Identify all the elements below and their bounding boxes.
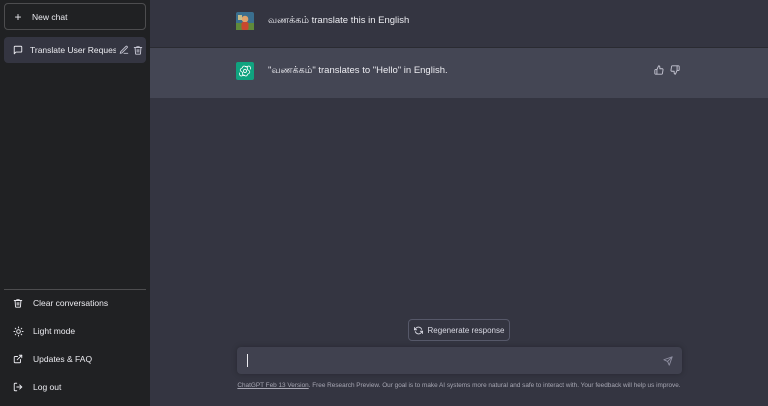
trash-icon bbox=[10, 298, 26, 308]
footer-text: . Free Research Preview. Our goal is to … bbox=[308, 382, 681, 389]
log-out-label: Log out bbox=[33, 382, 62, 392]
plus-icon: + bbox=[14, 9, 22, 24]
user-message-row: வணக்கம் translate this in English bbox=[150, 0, 768, 48]
conversation-title: Translate User Request. bbox=[30, 45, 116, 55]
assistant-message-text: "வணக்கம்" translates to "Hello" in Engli… bbox=[268, 65, 448, 76]
new-chat-label: New chat bbox=[32, 11, 68, 22]
new-chat-button[interactable]: + New chat bbox=[4, 3, 146, 30]
thumbs-down-icon[interactable] bbox=[669, 64, 681, 76]
sun-icon bbox=[10, 325, 26, 337]
message-input[interactable] bbox=[245, 352, 650, 369]
clear-conversations-label: Clear conversations bbox=[33, 298, 109, 308]
refresh-icon bbox=[413, 326, 423, 335]
message-input-box bbox=[237, 347, 682, 374]
light-mode-button[interactable]: Light mode bbox=[4, 318, 146, 344]
regenerate-response-label: Regenerate response bbox=[427, 325, 505, 335]
user-message-text: வணக்கம் translate this in English bbox=[268, 15, 410, 26]
light-mode-label: Light mode bbox=[33, 326, 76, 336]
regenerate-response-button[interactable]: Regenerate response bbox=[408, 319, 510, 341]
assistant-message-row: "வணக்கம்" translates to "Hello" in Engli… bbox=[150, 48, 768, 98]
thumbs-up-icon[interactable] bbox=[653, 64, 665, 76]
updates-faq-label: Updates & FAQ bbox=[33, 354, 93, 364]
clear-conversations-button[interactable]: Clear conversations bbox=[4, 290, 146, 316]
chat-icon bbox=[10, 45, 26, 55]
footer-disclaimer: ChatGPT Feb 13 Version. Free Research Pr… bbox=[150, 382, 768, 389]
text-caret bbox=[247, 354, 248, 367]
openai-logo-icon bbox=[239, 65, 251, 77]
external-link-icon bbox=[10, 354, 26, 364]
logout-icon bbox=[10, 382, 26, 392]
conversation-item[interactable]: Translate User Request. bbox=[4, 37, 146, 63]
log-out-button[interactable]: Log out bbox=[4, 374, 146, 400]
edit-icon[interactable] bbox=[118, 44, 130, 56]
chat-main: வணக்கம் translate this in English "வணக்க… bbox=[150, 0, 768, 406]
assistant-avatar bbox=[236, 62, 254, 80]
sidebar: + New chat Translate User Request. Clear… bbox=[0, 0, 150, 406]
user-avatar bbox=[236, 12, 254, 30]
updates-faq-link[interactable]: Updates & FAQ bbox=[4, 346, 146, 372]
send-icon[interactable] bbox=[662, 355, 674, 367]
version-link[interactable]: ChatGPT Feb 13 Version bbox=[237, 382, 308, 389]
delete-icon[interactable] bbox=[132, 44, 144, 56]
